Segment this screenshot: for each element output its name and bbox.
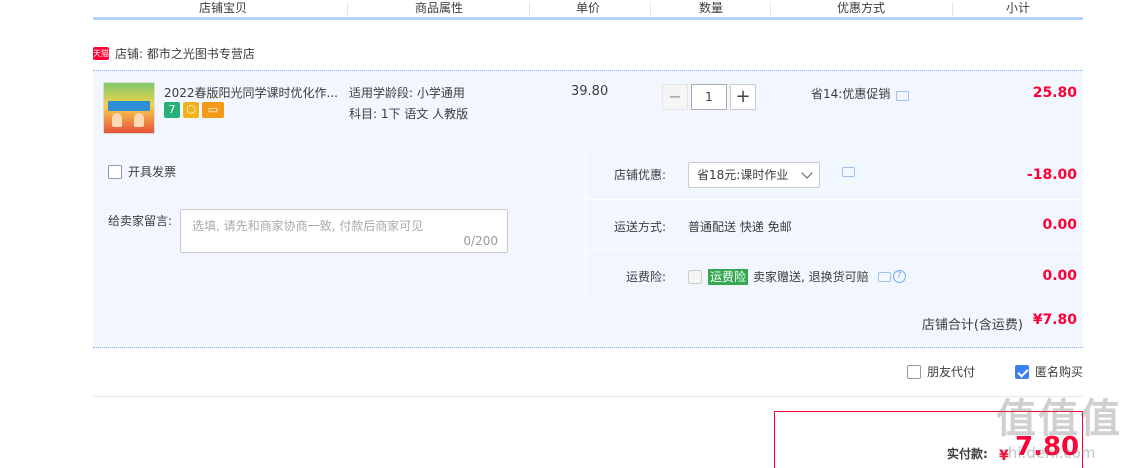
anonymous-checkbox[interactable]	[1015, 364, 1029, 379]
product-thumbnail[interactable]	[103, 82, 155, 134]
quantity-stepper: − 1 +	[662, 84, 756, 110]
invoice-checkbox[interactable]	[108, 164, 122, 179]
pay-label: 实付款:	[947, 447, 988, 461]
item-subtotal: 25.80	[1032, 85, 1077, 101]
shipping-amount: 0.00	[1042, 217, 1077, 233]
message-label: 给卖家留言:	[108, 214, 173, 228]
thumbnail-figure	[112, 113, 122, 127]
chevron-down-icon	[801, 167, 813, 179]
order-info: 开具发票 给卖家留言: 选填, 请先和商家协商一致, 付款后商家可见 0/200…	[93, 150, 1083, 348]
shipping-method: 普通配送 快递 免邮	[688, 220, 792, 234]
shop-name[interactable]: 店铺: 都市之光图书专营店	[115, 45, 255, 62]
shop-discount-amount: -18.00	[1026, 167, 1077, 183]
friend-pay-option[interactable]: 朋友代付	[907, 363, 975, 380]
table-header: 店铺宝贝 商品属性 单价 数量 优惠方式 小计	[93, 0, 1083, 20]
comment-icon[interactable]	[842, 167, 855, 177]
divider	[587, 249, 1083, 250]
insurance-amount: 0.00	[1042, 268, 1077, 284]
card-payment-icon[interactable]: ▭	[202, 102, 224, 118]
shop-total-label: 店铺合计(含运费)	[921, 318, 1023, 333]
insurance-option: 运费险 卖家赠送, 退换货可赔 ?	[688, 268, 906, 285]
service-badges: 7 ⬡ ▭	[164, 102, 224, 118]
column-divider	[952, 2, 953, 16]
comment-icon[interactable]	[896, 90, 910, 101]
promo-info: 省14:优惠促销	[811, 85, 910, 102]
invoice-option[interactable]: 开具发票	[108, 163, 176, 180]
attr-age: 适用学龄段: 小学通用	[349, 86, 465, 100]
watermark-logo: 值值值	[996, 396, 1122, 442]
insurance-checkbox	[688, 269, 702, 284]
friend-pay-checkbox[interactable]	[907, 364, 921, 379]
decrease-button[interactable]: −	[662, 84, 688, 110]
promo-text: 省14:优惠促销	[811, 87, 891, 101]
insurance-text: 卖家赠送, 退换货可赔	[753, 270, 869, 284]
order-left-panel: 开具发票 给卖家留言: 选填, 请先和商家协商一致, 付款后商家可见 0/200	[93, 150, 586, 295]
item-row: 2022春版阳光同学课时优化作... 7 ⬡ ▭ 适用学龄段: 小学通用 科目:…	[93, 70, 1083, 150]
shop-discount-select[interactable]: 省18元:课时作业	[688, 162, 820, 188]
column-divider	[529, 2, 530, 16]
shipping-label: 运送方式:	[613, 220, 666, 234]
increase-button[interactable]: +	[730, 84, 756, 110]
guarantee-icon[interactable]: ⬡	[183, 102, 199, 118]
message-placeholder: 选填, 请先和商家协商一致, 付款后商家可见	[192, 219, 424, 233]
column-header-subtotal: 小计	[1005, 1, 1030, 15]
insurance-label: 运费险:	[625, 270, 666, 284]
anonymous-option[interactable]: 匿名购买	[1015, 363, 1083, 380]
anonymous-label: 匿名购买	[1035, 365, 1084, 379]
shop-discount-value: 省18元:课时作业	[697, 168, 789, 182]
shop-total-amount: ¥7.80	[1032, 312, 1077, 328]
seven-day-return-icon[interactable]: 7	[164, 102, 180, 118]
thumbnail-figure	[134, 113, 144, 127]
message-char-count: 0/200	[463, 234, 498, 248]
insurance-tag: 运费险	[708, 268, 749, 285]
tmall-icon: 天猫	[93, 46, 109, 60]
column-divider	[770, 2, 771, 16]
column-header-attr: 商品属性	[414, 1, 463, 15]
column-header-quantity: 数量	[698, 1, 723, 15]
shop-line: 天猫 店铺: 都市之光图书专营店	[93, 44, 255, 62]
column-divider	[650, 2, 651, 16]
unit-price: 39.80	[571, 84, 609, 99]
help-icon[interactable]: ?	[892, 270, 906, 283]
shop-total-row: 店铺合计(含运费) ¥7.80	[93, 295, 1083, 348]
friend-pay-label: 朋友代付	[927, 365, 976, 379]
column-divider	[347, 2, 348, 16]
message-textarea[interactable]: 选填, 请先和商家协商一致, 付款后商家可见 0/200	[180, 209, 508, 253]
quantity-input[interactable]: 1	[691, 84, 727, 110]
column-header-discount: 优惠方式	[836, 1, 885, 15]
attr-subject: 科目: 1下 语文 人教版	[349, 107, 469, 121]
comment-icon[interactable]	[877, 271, 891, 282]
column-header-price: 单价	[575, 1, 600, 15]
product-title[interactable]: 2022春版阳光同学课时优化作...	[164, 84, 342, 101]
watermark-url: zhi.dehi.com	[1000, 444, 1096, 462]
divider	[587, 199, 1083, 200]
shop-discount-label: 店铺优惠:	[613, 168, 666, 182]
invoice-label: 开具发票	[128, 165, 177, 179]
divider	[93, 396, 1083, 397]
column-header-item: 店铺宝贝	[198, 1, 247, 15]
thumbnail-banner	[108, 101, 150, 111]
